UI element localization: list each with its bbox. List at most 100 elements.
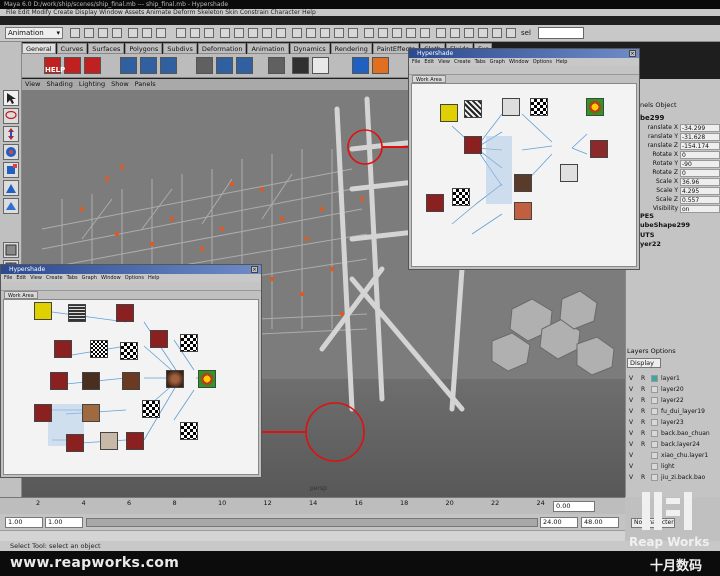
grid-node-thumb[interactable] xyxy=(90,340,108,358)
channel-value-field[interactable]: 36.96 xyxy=(680,178,720,186)
layer-editor-menu[interactable]: Layers Options xyxy=(627,347,676,355)
layer-visibility-toggle[interactable]: V xyxy=(629,463,633,470)
status-line-icon[interactable] xyxy=(364,28,374,38)
hypershade-menu-tabs[interactable]: Tabs xyxy=(475,59,486,65)
channel-row[interactable]: ranslate Z -154.174 xyxy=(640,142,720,151)
status-line-icon[interactable] xyxy=(190,28,200,38)
lasso-tool-icon[interactable] xyxy=(3,108,19,124)
status-line-icon[interactable] xyxy=(492,28,502,38)
layer-color-swatch[interactable] xyxy=(651,375,658,382)
layer-reference-toggle[interactable]: R xyxy=(641,408,645,415)
status-line-icon[interactable] xyxy=(220,28,230,38)
layer-color-swatch[interactable] xyxy=(651,452,658,459)
main-menu-text[interactable]: File Edit Modify Create Display Window A… xyxy=(6,9,316,16)
layer-visibility-toggle[interactable]: V xyxy=(629,386,633,393)
checker-node-thumb[interactable] xyxy=(180,422,198,440)
shader-node-thumb[interactable] xyxy=(150,330,168,348)
status-line-icon[interactable] xyxy=(406,28,416,38)
status-line-icon[interactable] xyxy=(156,28,166,38)
shelf-tool-icon[interactable] xyxy=(236,57,253,74)
hypershade-menu-create[interactable]: Create xyxy=(46,275,63,281)
hypershade-title-bar[interactable]: Hypershade × xyxy=(409,49,639,58)
layer-color-swatch[interactable] xyxy=(651,397,658,404)
status-line-icon[interactable] xyxy=(506,28,516,38)
channel-row[interactable]: ranslate Y -31.628 xyxy=(640,133,720,142)
layer-name[interactable]: xiao_chu.layer1 xyxy=(661,452,711,460)
status-line-icon[interactable] xyxy=(436,28,446,38)
texture-node-thumb[interactable] xyxy=(514,202,532,220)
shader-node-thumb[interactable] xyxy=(590,140,608,158)
status-line-icon[interactable] xyxy=(320,28,330,38)
layer-row[interactable]: V Rlayer23 xyxy=(627,418,712,428)
select-tool-icon[interactable] xyxy=(3,90,19,106)
status-line-icon[interactable] xyxy=(306,28,316,38)
status-line-icon[interactable] xyxy=(112,28,122,38)
shelf-tab-polygons[interactable]: Polygons xyxy=(125,43,163,54)
range-slider[interactable] xyxy=(86,518,538,527)
checker-node-thumb[interactable] xyxy=(142,400,160,418)
layer-visibility-toggle[interactable]: V xyxy=(629,441,633,448)
layer-reference-toggle[interactable]: R xyxy=(641,386,645,393)
channel-row[interactable]: Scale X 36.96 xyxy=(640,178,720,187)
shelf-tool-icon[interactable] xyxy=(292,57,309,74)
shader-node-thumb[interactable] xyxy=(198,370,216,388)
hypershade-menu-tabs[interactable]: Tabs xyxy=(67,275,78,281)
channel-row[interactable]: ranslate X -34.299 xyxy=(640,124,720,133)
material-ball-node[interactable] xyxy=(166,370,184,388)
hypershade-menu-file[interactable]: File xyxy=(4,275,12,281)
layer-color-swatch[interactable] xyxy=(651,463,658,470)
status-line-icon[interactable] xyxy=(378,28,388,38)
hypershade-menu-window[interactable]: Window xyxy=(101,275,121,281)
shelf-tool-icon[interactable] xyxy=(64,57,81,74)
layer-name[interactable]: fu_dui_layer19 xyxy=(661,408,711,416)
hypershade-menu-graph[interactable]: Graph xyxy=(490,59,505,65)
checker-node-thumb[interactable] xyxy=(120,342,138,360)
channel-value-field[interactable]: 4.295 xyxy=(680,187,720,195)
texture-node-thumb[interactable] xyxy=(502,98,520,116)
layer-reference-toggle[interactable]: R xyxy=(641,419,645,426)
checker-node-thumb[interactable] xyxy=(180,334,198,352)
hypershade-menu-file[interactable]: File xyxy=(412,59,420,65)
hypershade-menu-options[interactable]: Options xyxy=(533,59,552,65)
shader-node-thumb[interactable] xyxy=(586,98,604,116)
shelf-tab-general[interactable]: General xyxy=(22,43,56,54)
layer-reference-toggle[interactable]: R xyxy=(641,375,645,382)
channel-value-field[interactable]: -31.628 xyxy=(680,133,720,141)
close-icon[interactable]: × xyxy=(251,266,258,273)
hypershade-work-area[interactable] xyxy=(3,299,259,475)
shelf-tool-icon[interactable] xyxy=(268,57,285,74)
shelf-tab-subdivs[interactable]: Subdivs xyxy=(163,43,197,54)
shader-node-thumb[interactable] xyxy=(54,340,72,358)
hypershade-menu-edit[interactable]: Edit xyxy=(424,59,434,65)
status-line-icon[interactable] xyxy=(392,28,402,38)
layer-color-swatch[interactable] xyxy=(651,474,658,481)
channel-value-field[interactable]: -34.299 xyxy=(680,124,720,132)
texture-node-thumb[interactable] xyxy=(122,372,140,390)
layer-name[interactable]: layer22 xyxy=(661,397,711,405)
manipulator-tool-icon[interactable] xyxy=(3,180,19,196)
status-line-icon[interactable] xyxy=(70,28,80,38)
shelf-tab-curves[interactable]: Curves xyxy=(56,43,88,54)
layer-row[interactable]: Vxiao_chu.layer1 xyxy=(627,451,712,461)
channel-value-field[interactable]: 0.557 xyxy=(680,196,720,204)
layer-name[interactable]: light xyxy=(661,463,711,471)
layer-visibility-toggle[interactable]: V xyxy=(629,430,633,437)
layer-row[interactable]: V Rfu_dui_layer19 xyxy=(627,407,712,417)
hypershade-menu-view[interactable]: View xyxy=(30,275,42,281)
layer-visibility-toggle[interactable]: V xyxy=(629,397,633,404)
channel-value-field[interactable]: 0 xyxy=(680,151,720,159)
soft-mod-tool-icon[interactable] xyxy=(3,198,19,214)
status-line-icon[interactable] xyxy=(262,28,272,38)
layer-visibility-toggle[interactable]: V xyxy=(629,419,633,426)
move-tool-icon[interactable] xyxy=(3,126,19,142)
shader-node-thumb[interactable] xyxy=(426,194,444,212)
status-line-icon[interactable] xyxy=(334,28,344,38)
shader-node-thumb[interactable] xyxy=(126,432,144,450)
status-line-icon[interactable] xyxy=(420,28,430,38)
hypershade-window-small[interactable]: Hypershade × File Edit View Create Tabs Graph… xyxy=(0,264,262,478)
channel-row[interactable]: Rotate Y -90 xyxy=(640,160,720,169)
current-frame-field[interactable]: 0.00 xyxy=(553,501,595,512)
layer-color-swatch[interactable] xyxy=(651,408,658,415)
status-line-icon[interactable] xyxy=(142,28,152,38)
channel-value-field[interactable]: -154.174 xyxy=(680,142,720,150)
